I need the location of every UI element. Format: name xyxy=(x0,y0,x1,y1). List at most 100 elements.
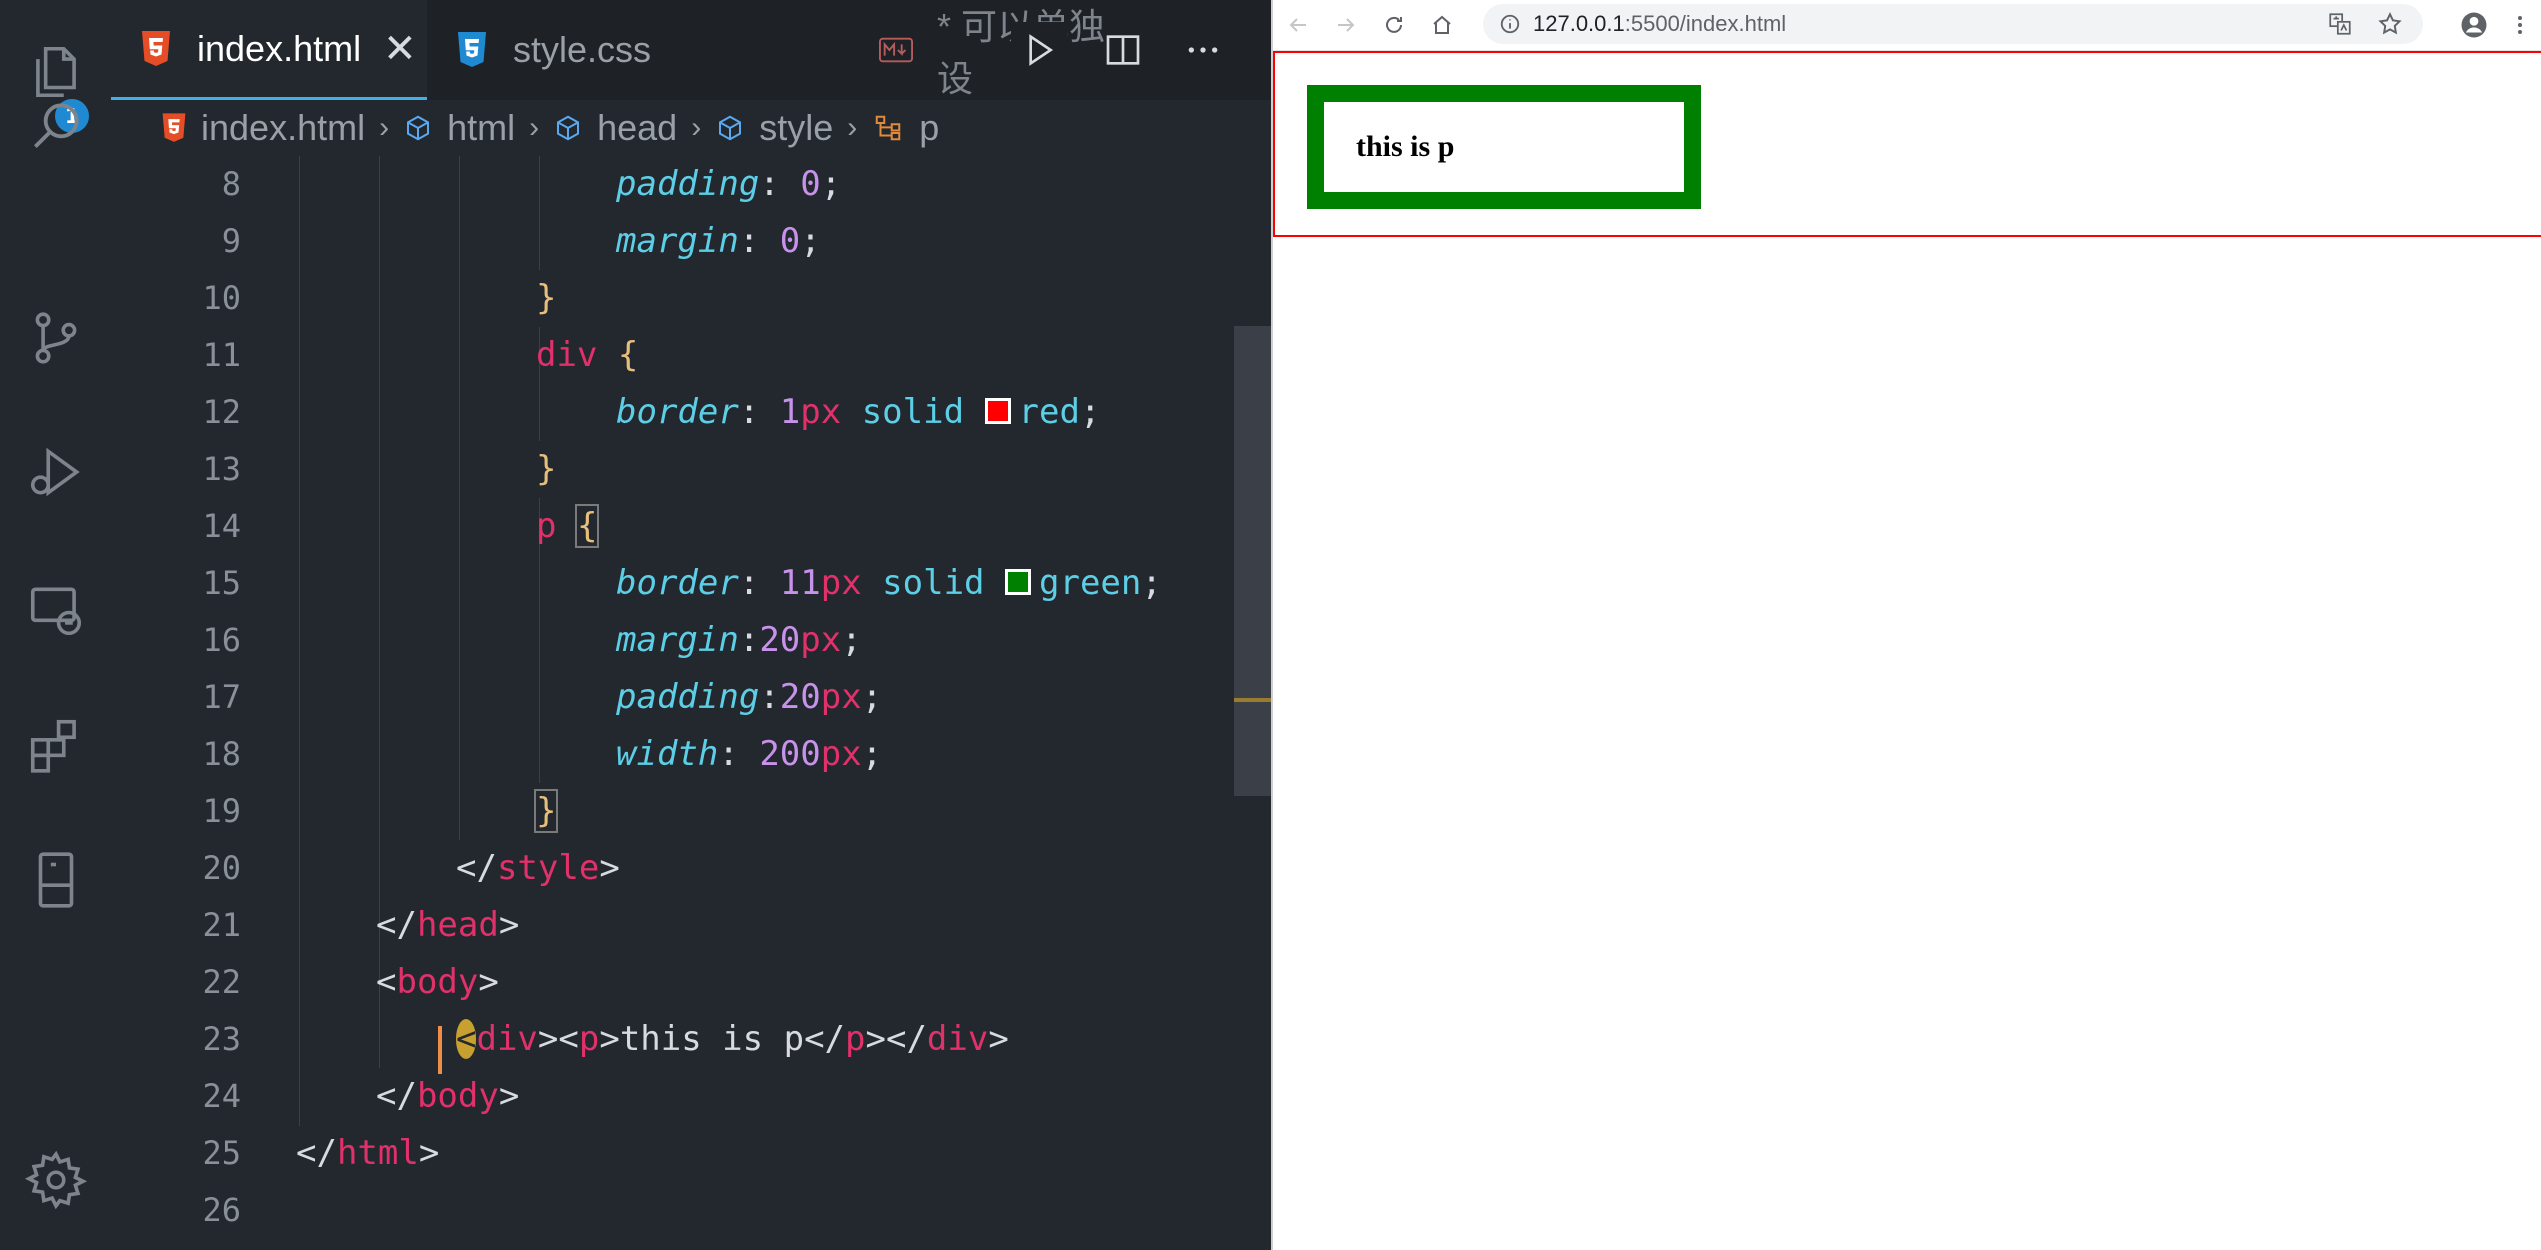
code-line: width: 200px; xyxy=(616,734,883,774)
code-line: border: 11px solid green; xyxy=(616,563,1162,603)
selector-icon xyxy=(871,113,905,143)
html-tag: div xyxy=(926,1019,989,1059)
account-icon xyxy=(2461,12,2487,38)
css-property: border xyxy=(616,563,739,603)
html-text: this is p xyxy=(619,1019,805,1059)
ellipsis-icon xyxy=(1188,47,1218,53)
code-line: } xyxy=(536,270,556,327)
home-icon xyxy=(1433,15,1451,34)
css-keyword: solid xyxy=(882,563,985,603)
translate-icon[interactable] xyxy=(2327,11,2353,37)
scrollbar-marker xyxy=(1234,698,1271,702)
brace: } xyxy=(536,449,557,489)
css-color: red xyxy=(1018,392,1080,432)
settings-button[interactable] xyxy=(0,1130,111,1230)
profile-button[interactable] xyxy=(2457,8,2491,42)
tab-markdown[interactable]: * 可以单独设 xyxy=(851,0,1131,100)
css-property: padding xyxy=(616,677,760,717)
code-line: padding: 0; xyxy=(616,164,842,204)
line-number: 9 xyxy=(221,222,241,260)
html-tag: body xyxy=(396,962,479,1002)
code-line: margin:20px; xyxy=(616,620,862,660)
code-line: div { xyxy=(536,327,638,384)
address-bar[interactable]: 127.0.0.1:5500/index.html xyxy=(1483,4,2423,44)
extensions-icon xyxy=(30,719,76,773)
brace: { xyxy=(617,335,639,375)
breadcrumb-label: head xyxy=(597,107,678,148)
forward-button[interactable] xyxy=(1329,8,1363,42)
run-button[interactable] xyxy=(1011,22,1067,78)
cube-icon xyxy=(715,113,745,143)
modified-line-marker xyxy=(438,1026,442,1074)
home-button[interactable] xyxy=(1425,8,1459,42)
remote-explorer-button[interactable] xyxy=(0,560,111,660)
gear-icon xyxy=(24,1150,87,1210)
split-editor-button[interactable] xyxy=(1095,22,1151,78)
css-unit: px xyxy=(800,620,842,660)
html5-icon xyxy=(139,29,173,69)
breadcrumb: index.html › html › head › style › p xyxy=(111,100,1271,156)
search-button[interactable] xyxy=(0,76,111,176)
editor-tab-bar: index.html ✕ style.css * 可以单独设 xyxy=(111,0,1271,100)
chevron-right-icon: › xyxy=(847,111,858,144)
css-property: margin xyxy=(616,620,739,660)
reload-button[interactable] xyxy=(1377,8,1411,42)
browser-toolbar: 127.0.0.1:5500/index.html xyxy=(1273,0,2541,51)
reload-icon xyxy=(1386,16,1402,33)
line-number: 15 xyxy=(202,564,241,602)
html-tag: html xyxy=(336,1133,419,1173)
back-button[interactable] xyxy=(1281,8,1315,42)
editor-scrollbar[interactable] xyxy=(1234,326,1271,796)
code-line: margin: 0; xyxy=(616,221,821,261)
url-host: 127.0.0.1 xyxy=(1533,11,1625,36)
code-editor[interactable]: 8 9 10 11 12 13 14 15 16 17 18 19 20 21 … xyxy=(111,156,1271,1250)
code-line: </body> xyxy=(376,1076,520,1116)
star-icon[interactable] xyxy=(2377,11,2403,37)
html-tag: p xyxy=(845,1019,866,1059)
breadcrumb-label: style xyxy=(759,107,834,148)
code-line: border: 1px solid red; xyxy=(616,392,1101,432)
browser-menu-button[interactable] xyxy=(2503,8,2537,42)
cube-icon xyxy=(403,113,433,143)
remote-panel-button[interactable] xyxy=(0,830,111,930)
color-swatch[interactable] xyxy=(1005,568,1032,595)
html-tag: style xyxy=(496,848,600,888)
indent-guide xyxy=(379,1011,380,1068)
breadcrumb-html[interactable]: html xyxy=(403,107,515,149)
line-number: 13 xyxy=(202,450,241,488)
more-actions-button[interactable] xyxy=(1175,22,1231,78)
brace: } xyxy=(536,278,557,318)
breadcrumb-file[interactable]: index.html xyxy=(161,107,365,149)
breadcrumb-style[interactable]: style xyxy=(715,107,833,149)
html-tag: body xyxy=(416,1076,499,1116)
line-number: 11 xyxy=(202,336,241,374)
remote-explorer-icon xyxy=(30,587,81,636)
html-tag: p xyxy=(578,1019,600,1059)
line-number: 21 xyxy=(202,906,241,944)
source-control-icon xyxy=(35,312,76,364)
run-debug-button[interactable] xyxy=(0,422,111,522)
extensions-button[interactable] xyxy=(0,695,111,795)
search-icon xyxy=(33,103,79,149)
breadcrumb-head[interactable]: head xyxy=(553,107,677,149)
tab-style-css[interactable]: style.css xyxy=(427,0,851,100)
markdown-icon xyxy=(879,30,913,70)
css-number: 20 xyxy=(779,677,821,717)
matched-brace: { xyxy=(574,504,600,548)
line-number: 18 xyxy=(202,735,241,773)
matched-brace: } xyxy=(533,789,559,833)
css-unit: px xyxy=(820,734,862,774)
code-line-current: <div><p>this is p</p></div> xyxy=(456,1019,1009,1059)
css-number: 11 xyxy=(779,563,821,603)
arrow-left-icon xyxy=(1289,18,1306,32)
tab-index-html[interactable]: index.html ✕ xyxy=(111,0,427,100)
breadcrumb-p[interactable]: p xyxy=(871,107,939,149)
close-icon[interactable]: ✕ xyxy=(383,26,417,72)
line-number: 17 xyxy=(202,678,241,716)
css-selector: div xyxy=(536,335,598,375)
line-number: 20 xyxy=(202,849,241,887)
chevron-right-icon: › xyxy=(691,111,702,144)
css-property: width xyxy=(616,734,719,774)
source-control-button[interactable] xyxy=(0,288,111,388)
color-swatch[interactable] xyxy=(984,397,1011,424)
